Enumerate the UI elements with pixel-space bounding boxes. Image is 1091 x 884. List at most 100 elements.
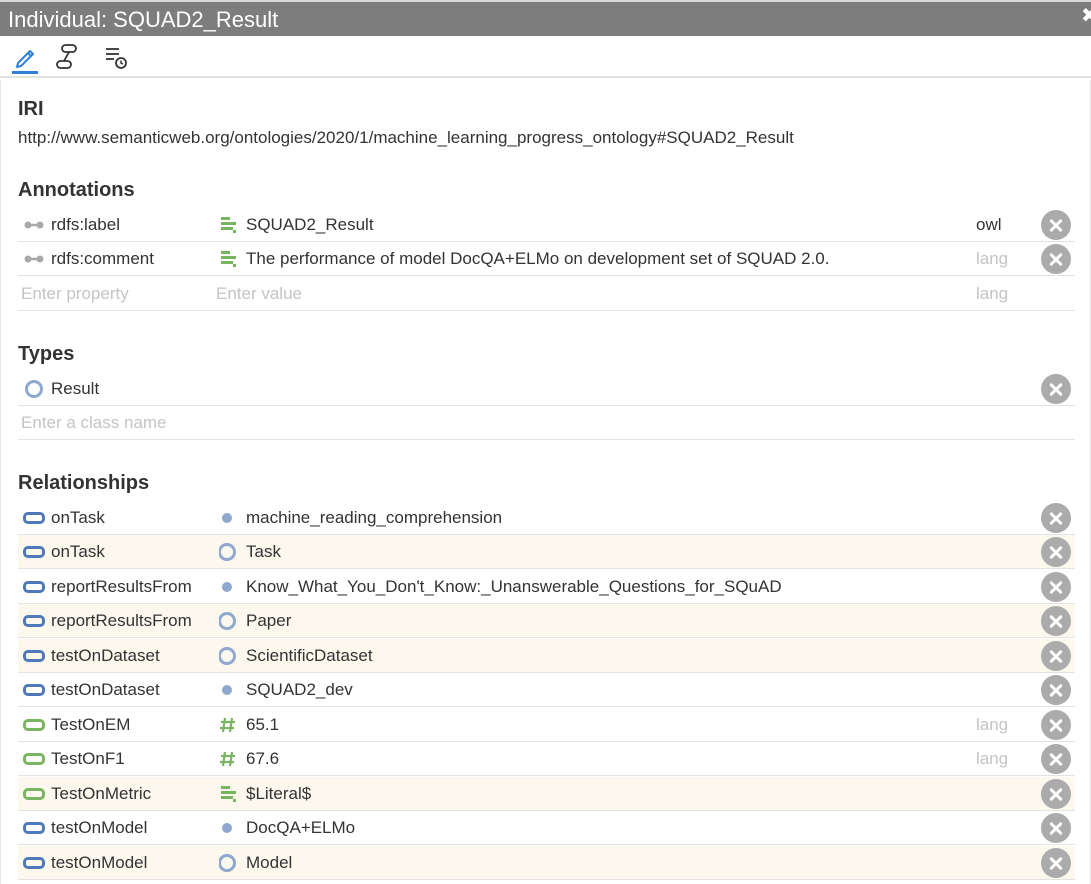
type-row[interactable]: Result: [18, 372, 1075, 406]
relationship-property[interactable]: reportResultsFrom: [51, 611, 192, 631]
delete-button[interactable]: [1041, 606, 1071, 636]
annotation-property-icon: [23, 216, 45, 234]
individual-icon: [219, 819, 239, 837]
annotation-value[interactable]: SQUAD2_Result: [246, 215, 374, 235]
object-property-icon: [23, 681, 45, 699]
close-icon[interactable]: ✖: [1081, 6, 1091, 26]
delete-button[interactable]: [1041, 848, 1071, 878]
toolbar: [0, 36, 1091, 78]
list-settings-icon[interactable]: [101, 42, 133, 72]
relationship-value[interactable]: 65.1: [246, 715, 279, 735]
delete-button[interactable]: [1041, 503, 1071, 533]
number-icon: [219, 750, 239, 768]
relationship-row[interactable]: onTask Task: [18, 535, 1075, 569]
delete-button[interactable]: [1041, 813, 1071, 843]
annotation-property[interactable]: rdfs:comment: [51, 249, 154, 269]
relationship-value[interactable]: Paper: [246, 611, 291, 631]
individual-icon: [219, 509, 239, 527]
class-icon: [219, 543, 239, 561]
relationship-value[interactable]: SQUAD2_dev: [246, 680, 353, 700]
relationship-icon[interactable]: [52, 42, 84, 72]
object-property-icon: [23, 854, 45, 872]
object-property-icon: [23, 543, 45, 561]
annotation-row[interactable]: rdfs:comment The performance of model Do…: [18, 242, 1075, 276]
annotation-lang[interactable]: owl: [976, 215, 1002, 235]
relationship-property[interactable]: testOnDataset: [51, 680, 160, 700]
delete-button[interactable]: [1041, 710, 1071, 740]
relationship-value[interactable]: DocQA+ELMo: [246, 818, 355, 838]
relationship-property[interactable]: TestOnMetric: [51, 784, 151, 804]
literal-icon: [219, 250, 239, 268]
data-property-icon: [23, 785, 45, 803]
relationship-row[interactable]: TestOnEM 65.1 lang: [18, 708, 1075, 742]
delete-button[interactable]: [1041, 641, 1071, 671]
delete-button[interactable]: [1041, 572, 1071, 602]
relationship-value[interactable]: Know_What_You_Don't_Know:_Unanswerable_Q…: [246, 577, 782, 597]
individual-icon: [219, 681, 239, 699]
relationship-row[interactable]: reportResultsFrom Know_What_You_Don't_Kno…: [18, 570, 1075, 604]
lang-input[interactable]: lang: [976, 284, 1008, 304]
relationship-lang[interactable]: lang: [976, 715, 1008, 735]
value-input[interactable]: Enter value: [216, 284, 302, 304]
type-value[interactable]: Result: [51, 379, 99, 399]
delete-button[interactable]: [1041, 244, 1071, 274]
object-property-icon: [23, 647, 45, 665]
relationships-heading: Relationships: [18, 472, 150, 494]
relationship-value[interactable]: Task: [246, 542, 281, 562]
relationship-row[interactable]: testOnDataset ScientificDataset: [18, 639, 1075, 673]
relationship-row[interactable]: onTask machine_reading_comprehension: [18, 501, 1075, 535]
new-annotation-row[interactable]: Enter property Enter value lang: [18, 277, 1075, 311]
delete-button[interactable]: [1041, 779, 1071, 809]
relationship-value[interactable]: 67.6: [246, 749, 279, 769]
object-property-icon: [23, 819, 45, 837]
relationship-property[interactable]: testOnDataset: [51, 646, 160, 666]
delete-button[interactable]: [1041, 537, 1071, 567]
relationship-value[interactable]: Model: [246, 853, 292, 873]
relationship-value[interactable]: ScientificDataset: [246, 646, 373, 666]
class-name-input[interactable]: Enter a class name: [21, 413, 167, 433]
object-property-icon: [23, 509, 45, 527]
relationship-row[interactable]: TestOnMetric $Literal$: [18, 777, 1075, 811]
delete-button[interactable]: [1041, 210, 1071, 240]
delete-button[interactable]: [1041, 744, 1071, 774]
data-property-icon: [23, 716, 45, 734]
relationship-row[interactable]: testOnModel DocQA+ELMo: [18, 811, 1075, 845]
annotation-value[interactable]: The performance of model DocQA+ELMo on d…: [246, 249, 830, 269]
literal-icon: [219, 785, 239, 803]
data-property-icon: [23, 750, 45, 768]
relationship-row[interactable]: reportResultsFrom Paper: [18, 604, 1075, 638]
relationship-row[interactable]: TestOnF1 67.6 lang: [18, 742, 1075, 776]
relationship-row[interactable]: testOnDataset SQUAD2_dev: [18, 673, 1075, 707]
relationship-property[interactable]: onTask: [51, 508, 105, 528]
property-input[interactable]: Enter property: [21, 284, 129, 304]
types-heading: Types: [18, 343, 75, 365]
window-title: Individual: SQUAD2_Result: [8, 7, 279, 32]
relationship-lang[interactable]: lang: [976, 749, 1008, 769]
relationship-property[interactable]: TestOnEM: [51, 715, 130, 735]
relationship-row[interactable]: testOnModel Model: [18, 846, 1075, 880]
delete-button[interactable]: [1041, 374, 1071, 404]
class-icon: [219, 647, 239, 665]
annotation-row[interactable]: rdfs:label SQUAD2_Result owl: [18, 208, 1075, 242]
new-type-row[interactable]: Enter a class name: [18, 406, 1075, 440]
relationship-property[interactable]: testOnModel: [51, 853, 147, 873]
relationship-value[interactable]: $Literal$: [246, 784, 311, 804]
literal-icon: [219, 216, 239, 234]
delete-button[interactable]: [1041, 675, 1071, 705]
class-icon: [219, 612, 239, 630]
annotation-property[interactable]: rdfs:label: [51, 215, 120, 235]
iri-value[interactable]: http://www.semanticweb.org/ontologies/20…: [18, 128, 794, 148]
relationship-property[interactable]: testOnModel: [51, 818, 147, 838]
individual-icon: [219, 578, 239, 596]
edit-icon[interactable]: [9, 42, 41, 74]
relationship-property[interactable]: reportResultsFrom: [51, 577, 192, 597]
relationship-property[interactable]: onTask: [51, 542, 105, 562]
relationship-property[interactable]: TestOnF1: [51, 749, 125, 769]
number-icon: [219, 716, 239, 734]
iri-heading: IRI: [18, 98, 44, 120]
annotation-property-icon: [23, 250, 45, 268]
object-property-icon: [23, 612, 45, 630]
annotation-lang[interactable]: lang: [976, 249, 1008, 269]
relationship-value[interactable]: machine_reading_comprehension: [246, 508, 502, 528]
editor-content: IRI http://www.semanticweb.org/ontologie…: [0, 80, 1091, 884]
